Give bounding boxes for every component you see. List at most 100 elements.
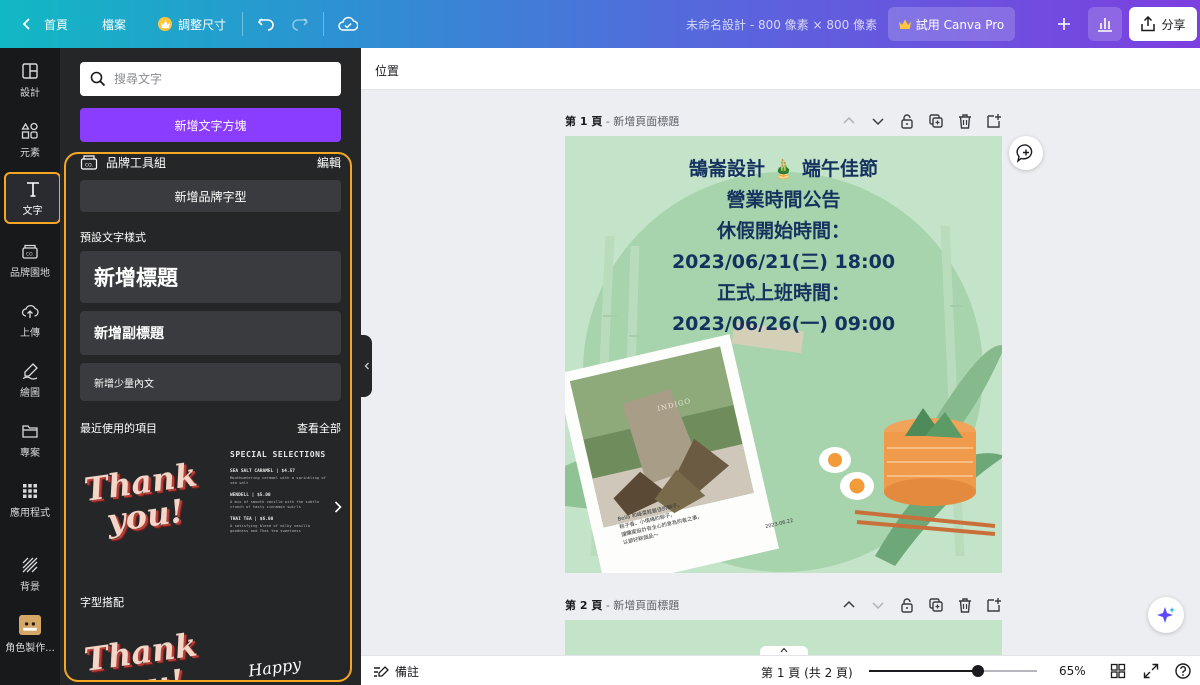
announcement-line[interactable]: 正式上班時間： (565, 278, 1002, 305)
undo-icon (257, 18, 274, 31)
chevron-up-icon (780, 647, 788, 653)
recent-template-special-selections[interactable]: SPECIAL SELECTIONS SEA SALT CARAMEL | $4… (230, 450, 330, 565)
redo-button[interactable] (283, 7, 317, 41)
chevron-up-icon[interactable] (841, 597, 857, 613)
add-page-icon[interactable] (986, 597, 1002, 613)
page-1-canvas[interactable]: 鵠崙設計 🎍 端午佳節 營業時間公告 休假開始時間： 2023/06/21(三)… (565, 136, 1002, 573)
collapse-panel-button[interactable] (361, 335, 372, 397)
plus-icon (1058, 18, 1070, 30)
file-menu-button[interactable]: 檔案 (94, 7, 134, 41)
brand-kit-heading: CO. 品牌工具組 (80, 154, 166, 171)
recent-next-button[interactable] (330, 498, 346, 516)
add-brand-font-button[interactable]: 新增品牌字型 (80, 180, 341, 212)
rail-item-design[interactable]: 設計 (0, 54, 60, 106)
font-combo-happy[interactable]: Happy (230, 618, 330, 682)
magic-assistant-button[interactable] (1148, 597, 1184, 633)
duplicate-icon[interactable] (928, 597, 944, 613)
undo-button[interactable] (249, 7, 283, 41)
share-label: 分享 (1161, 17, 1186, 32)
chevron-right-icon (334, 501, 342, 513)
add-heading-button[interactable]: 新增標題 (80, 251, 341, 303)
resize-label: 調整尺寸 (178, 17, 227, 32)
lock-icon[interactable] (899, 597, 915, 613)
rail-item-projects[interactable]: 專案 (0, 414, 60, 466)
crown-icon (898, 19, 911, 29)
cloud-save-button[interactable] (330, 7, 366, 41)
page-2-title[interactable]: 第 2 頁 - 新增頁面標題 (565, 597, 679, 613)
add-comment-button[interactable] (1009, 136, 1043, 170)
notes-pencil-icon (374, 665, 389, 677)
search-box[interactable] (80, 62, 341, 96)
page-number-label: 第 1 頁 (565, 115, 603, 128)
add-subheading-button[interactable]: 新增副標題 (80, 311, 341, 355)
page-title-placeholder: 新增頁面標題 (613, 115, 680, 128)
add-page-icon[interactable] (986, 113, 1002, 129)
position-button[interactable]: 位置 (375, 62, 399, 79)
add-collaborator-button[interactable] (1047, 7, 1081, 41)
layout-icon (22, 62, 38, 79)
rail-item-brand[interactable]: CO. 品牌園地 (0, 234, 60, 286)
chevron-left-icon (364, 362, 369, 370)
default-styles-heading: 預設文字樣式 (80, 231, 146, 244)
side-rail: 設計 元素 文字 CO. 品牌園地 上傳 繪圖 專案 應用程式 背景 角色製作.… (0, 48, 61, 685)
recent-template-thank-you[interactable]: Thank you! (80, 446, 206, 566)
text-panel: 新增文字方塊 CO. 品牌工具組 編輯 新增品牌字型 預設文字樣式 新增標題 新… (60, 48, 361, 685)
svg-text:CO.: CO. (26, 251, 34, 257)
announcement-line[interactable]: 營業時間公告 (565, 185, 1002, 212)
chevron-down-icon[interactable] (870, 113, 886, 129)
font-combo-thank-you[interactable]: Thank you! (80, 618, 206, 682)
crown-icon (158, 17, 173, 31)
home-label: 首頁 (44, 17, 69, 32)
thank-you-text: Thank you! (81, 625, 200, 682)
zoom-slider[interactable] (869, 665, 1037, 677)
thank-you-text: Thank you! (81, 455, 200, 540)
add-body-text-button[interactable]: 新增少量內文 (80, 363, 341, 401)
zoom-slider-handle[interactable] (972, 665, 984, 677)
cloud-upload-icon (21, 304, 39, 318)
rail-item-text[interactable]: 文字 (4, 172, 61, 224)
menu-item-name: WENDELL | $5.00 (230, 493, 271, 498)
home-button[interactable]: 首頁 (12, 7, 76, 41)
add-subheading-label: 新增副標題 (94, 326, 164, 342)
search-input[interactable] (114, 72, 324, 86)
help-icon[interactable] (1175, 663, 1191, 679)
svg-text:CO.: CO. (85, 163, 93, 169)
share-button[interactable]: 分享 (1129, 7, 1197, 41)
rail-label: 專案 (20, 447, 40, 459)
redo-icon (292, 18, 309, 31)
duplicate-icon[interactable] (928, 113, 944, 129)
chevron-up-icon[interactable] (841, 113, 857, 129)
grid-view-icon[interactable] (1110, 663, 1126, 679)
rail-item-draw[interactable]: 繪圖 (0, 354, 60, 406)
see-all-link[interactable]: 查看全部 (297, 420, 341, 436)
rail-label: 角色製作... (5, 642, 55, 654)
brand-kit-edit-link[interactable]: 編輯 (317, 154, 341, 171)
announcement-line[interactable]: 鵠崙設計 🎍 端午佳節 (565, 154, 1002, 181)
announcement-line[interactable]: 2023/06/26(一) 09:00 (565, 309, 1002, 336)
add-textbox-button[interactable]: 新增文字方塊 (80, 108, 341, 142)
rail-item-elements[interactable]: 元素 (0, 114, 60, 166)
resize-button[interactable]: 調整尺寸 (150, 7, 234, 41)
rail-item-uploads[interactable]: 上傳 (0, 294, 60, 346)
rail-label: 文字 (22, 205, 43, 217)
zoom-level[interactable]: 65% (1059, 664, 1086, 678)
trash-icon[interactable] (957, 597, 973, 613)
rail-item-apps[interactable]: 應用程式 (0, 474, 60, 526)
notes-button[interactable]: 備註 (373, 663, 419, 680)
menu-item-desc: Mouthwatering caramel with a sprinkling … (230, 475, 327, 485)
lock-icon[interactable] (899, 113, 915, 129)
divider (323, 12, 325, 36)
announcement-line[interactable]: 2023/06/21(三) 18:00 (565, 247, 1002, 274)
announcement-line[interactable]: 休假開始時間： (565, 216, 1002, 243)
trash-icon[interactable] (957, 113, 973, 129)
page-1-title[interactable]: 第 1 頁 - 新增頁面標題 (565, 113, 679, 129)
document-title[interactable]: 未命名設計 - 800 像素 × 800 像素 (686, 16, 877, 33)
insights-button[interactable] (1088, 7, 1122, 41)
fullscreen-icon[interactable] (1143, 663, 1159, 679)
rail-item-background[interactable]: 背景 (0, 548, 60, 600)
rail-item-character-builder[interactable]: 角色製作... (0, 608, 60, 660)
try-pro-button[interactable]: 試用 Canva Pro (888, 7, 1015, 41)
page-count[interactable]: 第 1 頁 (共 2 頁) (761, 664, 853, 681)
zoom-slider-fill (869, 670, 978, 672)
chevron-down-icon[interactable] (870, 597, 886, 613)
